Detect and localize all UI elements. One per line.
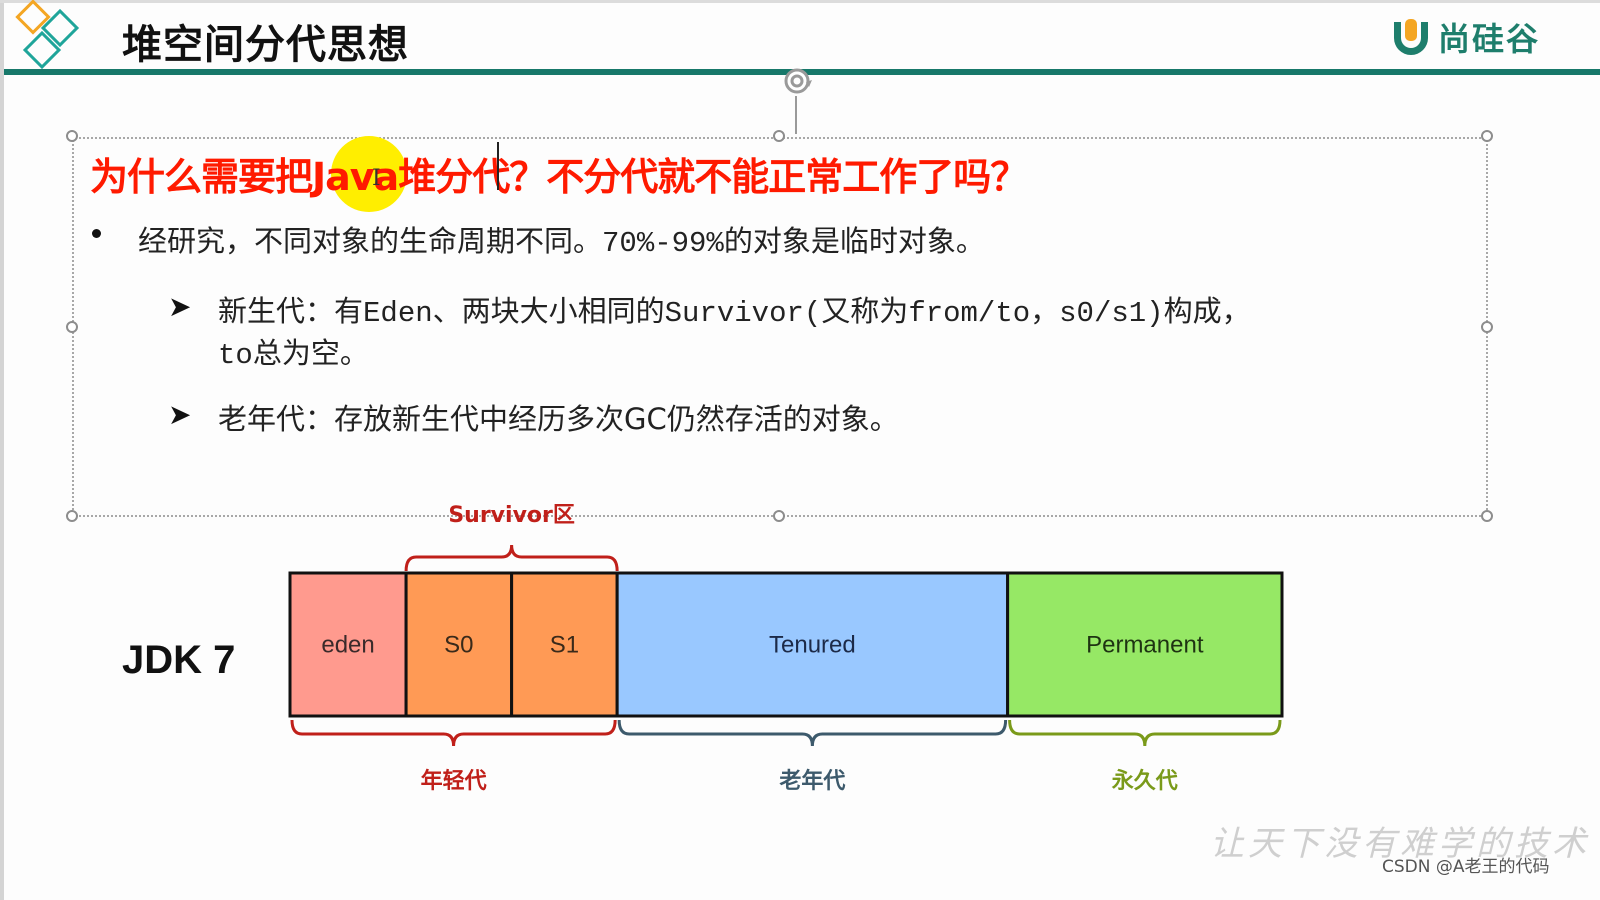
generation-0-brace bbox=[290, 719, 617, 747]
segment-label-s0: S0 bbox=[444, 632, 473, 659]
generation-1-brace bbox=[617, 719, 1008, 747]
csdn-credit: CSDN @A老王的代码 bbox=[1382, 857, 1550, 877]
segment-label-eden: eden bbox=[321, 632, 374, 659]
generation-1-label: 老年代 bbox=[778, 768, 845, 794]
generation-2-label: 永久代 bbox=[1112, 768, 1178, 794]
survivor-region-label: Survivor区 bbox=[448, 503, 575, 528]
segment-label-tenured: Tenured bbox=[769, 632, 856, 659]
heap-generation-diagram: eden S0 S1 Tenured Permanent Survivor区年轻代 老年代 永… bbox=[288, 503, 1284, 794]
segment-label-s1: S1 bbox=[550, 632, 579, 659]
segment-label-permanent: Permanent bbox=[1086, 632, 1204, 659]
survivor-region-brace bbox=[404, 544, 619, 572]
generation-0-label: 年轻代 bbox=[421, 768, 487, 794]
generation-2-brace bbox=[1008, 719, 1282, 747]
